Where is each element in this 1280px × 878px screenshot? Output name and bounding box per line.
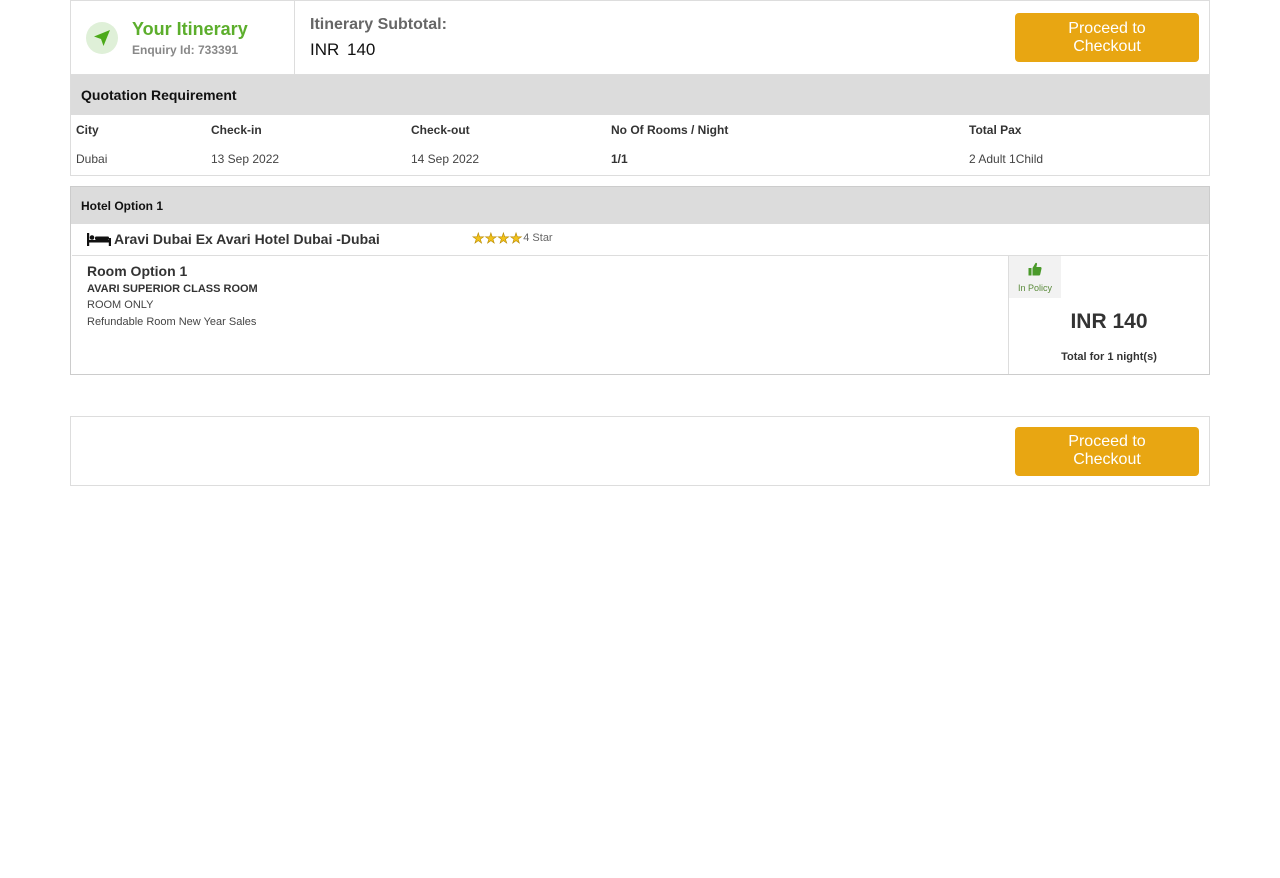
hotel-option-heading: Hotel Option 1 (71, 187, 1209, 224)
subtotal-label: Itinerary Subtotal: (310, 16, 447, 33)
in-policy-label: In Policy (1017, 283, 1052, 293)
checkin-value: 13 Sep 2022 (211, 152, 280, 166)
enquiry-id: Enquiry Id: 733391 (132, 42, 239, 57)
star-rating-label: 4 Star (523, 232, 553, 244)
city-value: Dubai (76, 152, 108, 166)
rooms-nights-value: 1/1 (611, 152, 628, 166)
itinerary-summary-bar: Your Itinerary Enquiry Id: 733391 Itiner… (70, 0, 1210, 75)
hotel-option-card: Hotel Option 1 Aravi Dubai Ex Avari Hote… (70, 186, 1210, 375)
star-icon: ★ (472, 230, 485, 246)
room-pricing: In Policy INR 140 Total for 1 night(s) (1009, 256, 1209, 374)
room-option-row: Room Option 1 AVARI SUPERIOR CLASS ROOM … (72, 256, 1208, 375)
proceed-to-checkout-button-bottom[interactable]: Proceed to Checkout (1015, 426, 1199, 476)
column-header-rooms-nights: No Of Rooms / Night (611, 123, 729, 137)
itinerary-title: Your Itinerary (132, 18, 248, 39)
room-note: Refundable Room New Year Sales (87, 316, 257, 328)
quotation-heading: Quotation Requirement (71, 75, 1209, 115)
in-policy-badge: In Policy (1009, 256, 1061, 298)
subtotal-value: INR 140 (310, 40, 376, 59)
hotel-name: Aravi Dubai Ex Avari Hotel Dubai -Dubai (114, 231, 380, 247)
quotation-requirement: Quotation Requirement City Check-in Chec… (70, 75, 1210, 176)
bed-icon (87, 233, 111, 251)
column-header-checkout: Check-out (411, 123, 470, 137)
meal-plan: ROOM ONLY (87, 299, 154, 311)
room-type: AVARI SUPERIOR CLASS ROOM (87, 283, 258, 295)
hotel-name-row: Aravi Dubai Ex Avari Hotel Dubai -Dubai … (72, 224, 1208, 256)
itinerary-header: Your Itinerary Enquiry Id: 733391 (71, 1, 295, 74)
star-icon: ★ (497, 230, 510, 246)
star-rating: ★ ★ ★ ★ 4 Star (472, 230, 553, 246)
quotation-table: City Check-in Check-out No Of Rooms / Ni… (71, 115, 1209, 175)
total-pax-value: 2 Adult 1Child (969, 152, 1044, 166)
nights-total-label: Total for 1 night(s) (1061, 351, 1157, 363)
column-header-total-pax: Total Pax (969, 123, 1022, 137)
room-price: INR 140 (1070, 310, 1148, 333)
thumbs-up-icon (1009, 262, 1061, 281)
room-option-title: Room Option 1 (87, 263, 188, 279)
itinerary-subtotal: Itinerary Subtotal: INR 140 (295, 1, 1015, 74)
bottom-checkout-bar: Proceed to Checkout (70, 416, 1210, 486)
star-icon: ★ (484, 230, 498, 246)
column-header-city: City (76, 123, 99, 137)
star-icon: ★ (509, 230, 523, 246)
room-details: Room Option 1 AVARI SUPERIOR CLASS ROOM … (72, 256, 1009, 374)
column-header-checkin: Check-in (211, 123, 262, 137)
proceed-to-checkout-button[interactable]: Proceed to Checkout (1015, 13, 1199, 62)
navigation-arrow-icon (86, 21, 118, 54)
checkout-value: 14 Sep 2022 (411, 152, 480, 166)
